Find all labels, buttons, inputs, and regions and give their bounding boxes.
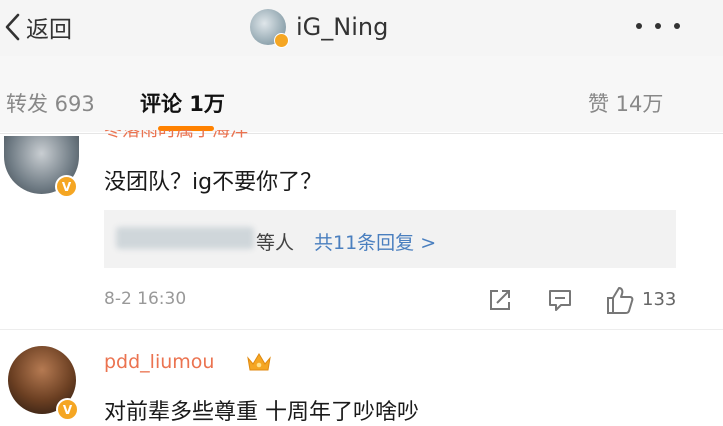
thumbs-up-icon[interactable] — [604, 284, 636, 316]
comment-icon[interactable] — [546, 286, 574, 314]
tab-comments[interactable]: 评论 1万 — [140, 88, 225, 118]
chevron-left-icon — [5, 13, 20, 41]
comment-timestamp: 8-2 16:30 — [104, 289, 187, 309]
comment-text: 没团队？ig不要你了？ — [104, 170, 323, 195]
tab-repost[interactable]: 转发 693 — [6, 88, 95, 118]
back-label: 返回 — [26, 17, 72, 43]
view-replies-link[interactable]: 共11条回复 > — [314, 228, 436, 255]
back-button[interactable]: 返回 — [0, 9, 72, 45]
more-dots-icon[interactable] — [636, 12, 680, 40]
share-icon[interactable] — [486, 286, 514, 314]
tab-likes[interactable]: 赞 14万 — [588, 88, 663, 118]
comment-username[interactable]: pdd_liumou — [104, 351, 214, 373]
comment-username[interactable]: 冬落雨时属于海洋 — [104, 130, 344, 146]
like-count: 133 — [642, 289, 677, 310]
dot — [674, 23, 680, 29]
blurred-username — [116, 227, 254, 249]
avatar — [250, 9, 289, 48]
verified-badge-icon — [274, 33, 289, 48]
page-title-group[interactable]: iG_Ning — [250, 6, 388, 48]
divider — [0, 329, 723, 330]
page-title: iG_Ning — [296, 13, 389, 41]
replies-suffix: 等人 — [256, 232, 295, 254]
verified-badge-icon: V — [55, 175, 78, 198]
comment-text: 对前辈多些尊重 十周年了吵啥吵 — [104, 400, 419, 425]
crown-icon — [247, 353, 271, 371]
verified-badge-icon: V — [56, 398, 79, 421]
dot — [655, 23, 661, 29]
dot — [636, 23, 642, 29]
